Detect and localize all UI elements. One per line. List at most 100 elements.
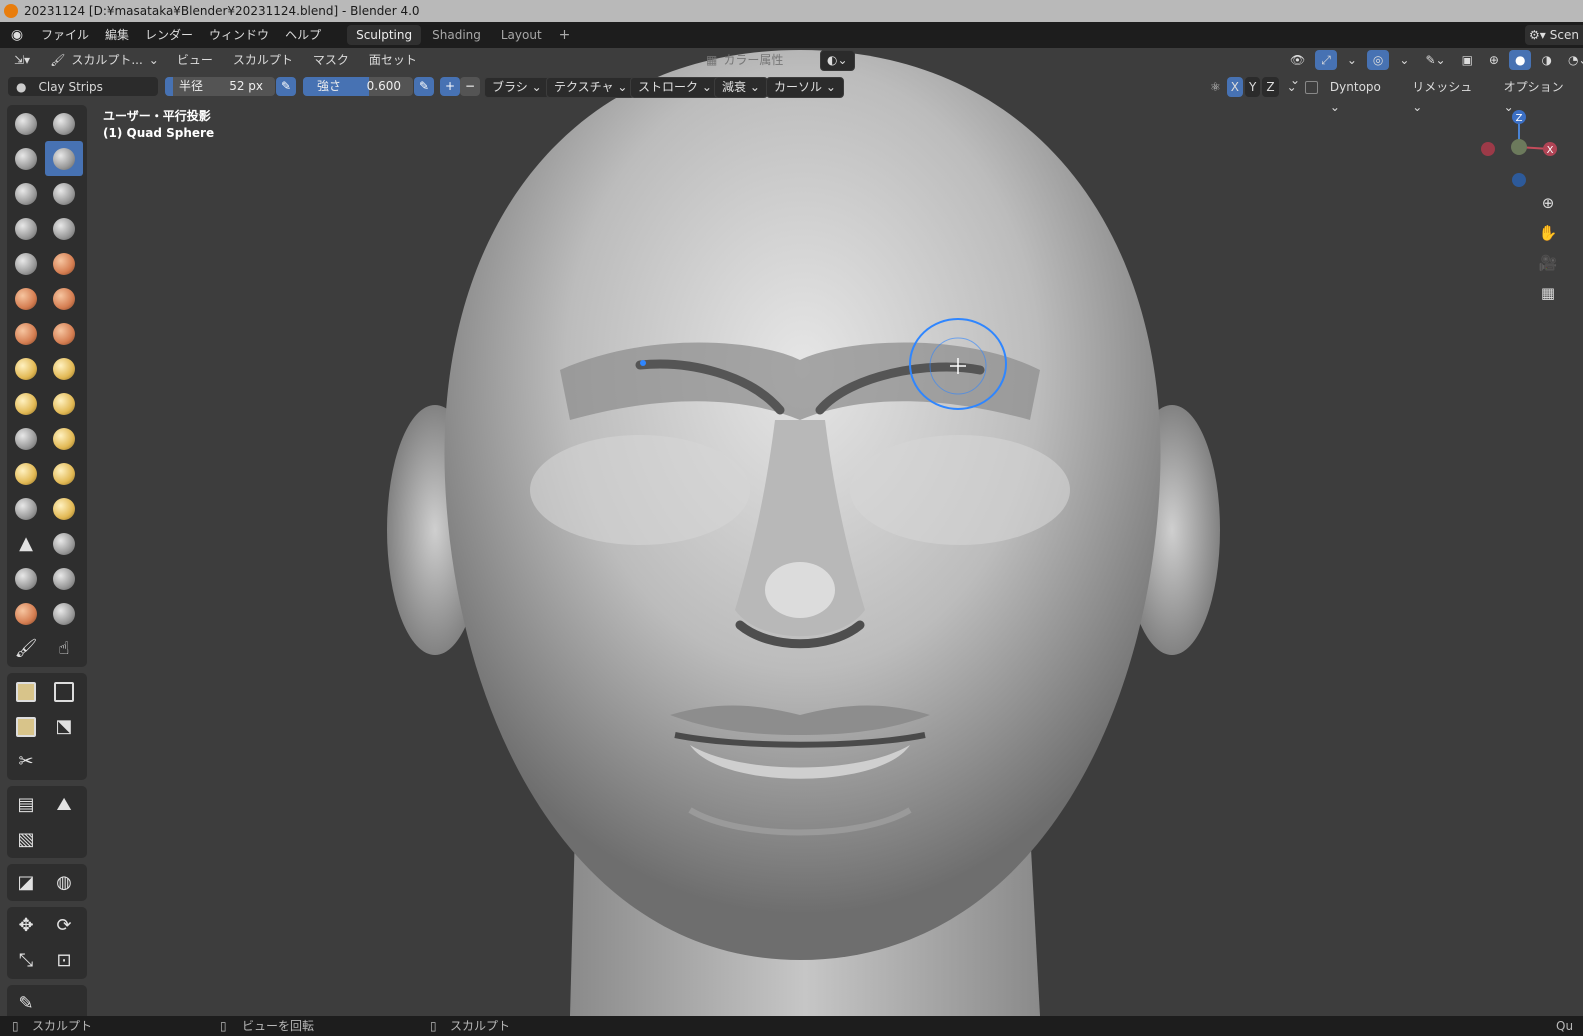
pan-hand-icon[interactable]: ✋	[1535, 220, 1561, 246]
cursor-dropdown-label: カーソル	[774, 80, 823, 94]
remesh-dropdown[interactable]: リメッシュ ⌄	[1406, 77, 1491, 114]
xray-icon[interactable]: ✎⌄	[1419, 50, 1451, 70]
dyntopo-checkbox[interactable]	[1305, 80, 1318, 94]
strength-pressure-icon[interactable]: ✎	[414, 77, 434, 96]
material-shading-icon[interactable]: ◑	[1535, 50, 1557, 70]
mask-by-color-tool[interactable]: ◍	[45, 865, 83, 900]
smear-brush-tool[interactable]: ☝	[45, 631, 83, 666]
ortho-grid-icon[interactable]: ▦	[1535, 280, 1561, 306]
color-attribute-selector[interactable]: ▦ カラー属性 ⌄	[700, 50, 835, 70]
grab-brush-tool[interactable]	[45, 351, 83, 386]
paint-brush-tool[interactable]: 🖌	[7, 631, 45, 666]
multires-displacement-smear-tool[interactable]	[45, 596, 83, 631]
gizmo-dropdown-icon[interactable]: ⌄	[1341, 50, 1363, 70]
solid-shading-icon[interactable]: ●	[1508, 50, 1532, 70]
flatten-brush-tool[interactable]	[7, 281, 45, 316]
cursor-dropdown[interactable]: カーソル ⌄	[766, 77, 844, 98]
edit-face-set-tool[interactable]: ◪	[7, 865, 45, 900]
line-project-tool[interactable]: ✂	[7, 744, 45, 779]
smooth-brush-tool[interactable]	[45, 246, 83, 281]
brush-selector[interactable]: ● Clay Strips	[8, 77, 158, 96]
menu-face-sets[interactable]: 面セット	[363, 50, 423, 70]
mask-brush-tool[interactable]	[7, 561, 45, 596]
paint-icon: 🖌	[14, 637, 38, 659]
editor-type-icon[interactable]: ⇲▾	[8, 50, 36, 70]
gizmo-y-handle[interactable]	[1511, 139, 1527, 155]
multires-displacement-eraser-tool[interactable]	[7, 596, 45, 631]
symmetry-icon: ⚛	[1210, 80, 1221, 94]
cloth-brush-tool[interactable]: ▲	[7, 526, 45, 561]
symmetry-x-button[interactable]: X	[1226, 77, 1243, 97]
transform-tool[interactable]: ⊡	[45, 943, 83, 978]
pinch-brush-tool[interactable]	[7, 351, 45, 386]
toggle-xray-icon[interactable]: ▣	[1456, 50, 1479, 70]
mode-selector[interactable]: 🖌 スカルプト... ⌄	[44, 50, 165, 70]
menu-mask[interactable]: マスク	[307, 50, 355, 70]
box-mask-tool[interactable]	[7, 674, 45, 709]
symmetry-dropdown-icon[interactable]: ⌄	[1281, 77, 1303, 97]
visibility-icon[interactable]: 👁⌄	[1284, 50, 1311, 87]
gizmo-toggle-icon[interactable]: ⤢	[1315, 50, 1337, 70]
navigation-gizmo[interactable]: Z X	[1478, 105, 1558, 195]
viewport-canvas[interactable]	[0, 0, 1583, 1036]
clay-strips-brush-tool[interactable]	[45, 141, 83, 176]
thumb-brush-tool[interactable]	[7, 421, 45, 456]
dyntopo-dropdown[interactable]: Dyntopo ⌄	[1324, 77, 1400, 114]
direction-add-button[interactable]: +	[440, 77, 460, 96]
radius-slider[interactable]: 半径 52 px	[165, 77, 275, 96]
remesh-label: リメッシュ	[1412, 80, 1473, 94]
falloff-dropdown[interactable]: 減衰 ⌄	[714, 77, 768, 98]
clay-thumb-brush-tool[interactable]	[7, 176, 45, 211]
color-filter-tool[interactable]: ▧	[7, 822, 45, 857]
symmetry-y-button[interactable]: Y	[1245, 77, 1261, 97]
inflate-brush-tool[interactable]	[7, 211, 45, 246]
box-trim-tool[interactable]: ⬔	[45, 709, 83, 744]
texture-dropdown[interactable]: テクスチャ ⌄	[546, 77, 636, 98]
rotate-brush-tool[interactable]	[45, 456, 83, 491]
pose-brush-tool[interactable]	[45, 421, 83, 456]
direction-subtract-button[interactable]: −	[460, 77, 480, 96]
menu-view[interactable]: ビュー	[171, 50, 219, 70]
zoom-icon[interactable]: ⊕	[1535, 190, 1561, 216]
scrape-brush-tool[interactable]	[7, 316, 45, 351]
rendered-shading-icon[interactable]: ◔⌄	[1562, 50, 1583, 70]
draw-face-sets-brush-tool[interactable]	[45, 561, 83, 596]
gizmo-neg-x-handle[interactable]	[1481, 142, 1495, 156]
menu-sculpt[interactable]: スカルプト	[227, 50, 299, 70]
multiplane-scrape-brush-tool[interactable]	[45, 316, 83, 351]
overlay-dropdown-icon[interactable]: ⌄	[1393, 50, 1415, 70]
wireframe-shading-icon[interactable]: ⊕	[1483, 50, 1505, 70]
layer-brush-tool[interactable]	[45, 176, 83, 211]
clay-brush-tool[interactable]	[7, 141, 45, 176]
draw-sharp-brush-tool[interactable]	[45, 106, 83, 141]
symmetry-z-button[interactable]: Z	[1262, 77, 1279, 97]
scale-tool[interactable]: ⤡	[7, 943, 45, 978]
boundary-brush-tool[interactable]	[45, 491, 83, 526]
strength-slider[interactable]: 強さ 0.600	[303, 77, 413, 96]
shading-popover-button[interactable]: ◐⌄	[820, 49, 855, 71]
brush-icon: ●	[16, 79, 27, 94]
box-hide-tool[interactable]	[45, 674, 83, 709]
mesh-filter-tool[interactable]: ▤	[7, 787, 45, 822]
move-tool[interactable]: ✥	[7, 908, 45, 943]
overlay-toggle-icon[interactable]: ◎	[1366, 50, 1390, 70]
box-face-set-tool[interactable]	[7, 709, 45, 744]
crease-brush-tool[interactable]	[7, 246, 45, 281]
nudge-brush-tool[interactable]	[7, 456, 45, 491]
fill-brush-tool[interactable]	[45, 281, 83, 316]
camera-view-icon[interactable]: 🎥	[1535, 250, 1561, 276]
displacement-smear-icon	[53, 602, 75, 625]
rotate-tool[interactable]: ⟳	[45, 908, 83, 943]
stroke-dropdown[interactable]: ストローク ⌄	[630, 77, 720, 98]
brush-dropdown[interactable]: ブラシ ⌄	[484, 77, 550, 98]
blob-brush-tool[interactable]	[45, 211, 83, 246]
gizmo-neg-z-handle[interactable]	[1512, 173, 1526, 187]
options-dropdown[interactable]: オプション ⌄	[1498, 77, 1583, 114]
draw-brush-tool[interactable]	[7, 106, 45, 141]
elastic-deform-brush-tool[interactable]	[7, 386, 45, 421]
slide-relax-brush-tool[interactable]	[7, 491, 45, 526]
cloth-filter-tool[interactable]: ⛰	[45, 787, 83, 822]
radius-pressure-icon[interactable]: ✎	[276, 77, 296, 96]
snake-hook-brush-tool[interactable]	[45, 386, 83, 421]
simplify-brush-tool[interactable]	[45, 526, 83, 561]
